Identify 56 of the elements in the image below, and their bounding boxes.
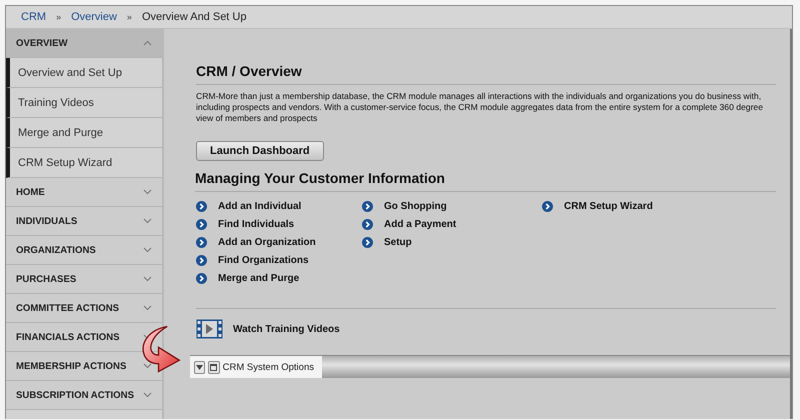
arrow-bullet-icon: [362, 219, 373, 230]
sidebar-section[interactable]: ORGANIZATIONS: [6, 236, 162, 265]
section-label: COMMITTEE ACTIONS: [16, 302, 120, 314]
arrow-bullet-icon: [362, 237, 373, 248]
sidebar-item[interactable]: Merge and Purge: [6, 118, 162, 148]
breadcrumb-separator: »: [126, 12, 132, 22]
dropdown-button[interactable]: [194, 360, 206, 374]
action-link[interactable]: Find Organizations: [218, 255, 309, 266]
action-link[interactable]: CRM Setup Wizard: [564, 201, 653, 212]
section-label: PURCHASES: [16, 274, 76, 284]
arrow-bullet-icon: [196, 201, 207, 212]
breadcrumb-link[interactable]: CRM: [21, 11, 46, 23]
description-text: CRM-More than just a membership database, the CRM module manages all interactions with the individuals and organizations you do business with, including prospects and vendors. With a customer-service focus, the CRM module aggregates data from the entire system for a complete 360 degree view of members and prospects: [196, 91, 764, 124]
window-button[interactable]: [208, 360, 220, 374]
arrow-bullet-icon: [362, 201, 373, 212]
breadcrumb-separator: »: [56, 12, 62, 22]
sidebar-item[interactable]: Training Videos: [6, 88, 162, 118]
breadcrumb-link[interactable]: Overview: [71, 11, 117, 23]
sidebar-section[interactable]: PURCHASES: [6, 265, 162, 294]
arrow-bullet-icon: [196, 273, 207, 284]
action-link[interactable]: Find Individuals: [218, 219, 294, 230]
section-title: Managing Your Customer Information: [195, 170, 776, 192]
sidebar-section[interactable]: OVERVIEW: [6, 29, 162, 58]
section-label: MEMBERSHIP ACTIONS: [16, 360, 126, 372]
section-label: ORGANIZATIONS: [16, 244, 96, 256]
action-link[interactable]: Setup: [384, 237, 412, 248]
sidebar-section[interactable]: INDIVIDUALS: [6, 207, 162, 236]
section-label: SUBSCRIPTION ACTIONS: [16, 390, 134, 400]
arrow-bullet-icon: [196, 219, 207, 230]
caret-down-icon: [196, 364, 204, 370]
page-title: CRM / Overview: [196, 63, 776, 85]
action-link[interactable]: Add an Organization: [218, 237, 316, 248]
sidebar-item[interactable]: Overview and Set Up: [6, 58, 162, 88]
sidebar-section[interactable]: COMMITTEE ACTIONS: [6, 294, 162, 323]
arrow-bullet-icon: [196, 255, 207, 266]
sidebar-section[interactable]: HOME: [6, 178, 162, 207]
sidebar-item[interactable]: CRM Setup Wizard: [6, 148, 162, 178]
action-link[interactable]: Merge and Purge: [218, 273, 300, 284]
breadcrumb-current: Overview And Set Up: [142, 11, 246, 23]
video-link[interactable]: Watch Training Videos: [233, 324, 340, 334]
section-label: OVERVIEW: [16, 38, 68, 48]
arrow-bullet-icon: [542, 201, 553, 212]
action-link[interactable]: Add an Individual: [218, 201, 302, 212]
launch-dashboard-button[interactable]: Launch Dashboard: [196, 141, 324, 161]
arrow-bullet-icon: [196, 237, 207, 248]
action-link[interactable]: Add a Payment: [384, 219, 456, 230]
section-label: INDIVIDUALS: [16, 216, 78, 226]
section-label: FINANCIALS ACTIONS: [16, 332, 120, 342]
action-link[interactable]: Go Shopping: [384, 201, 447, 212]
sidebar-section[interactable]: SUBSCRIPTION ACTIONS: [6, 381, 162, 410]
film-play-icon: [196, 319, 223, 339]
window-icon: [210, 364, 218, 370]
options-title: CRM System Options: [222, 362, 314, 372]
sidebar-section[interactable]: FINANCIALS ACTIONS: [6, 323, 162, 352]
section-label: HOME: [16, 186, 45, 198]
sidebar-section[interactable]: MEMBERSHIP ACTIONS: [6, 352, 162, 381]
